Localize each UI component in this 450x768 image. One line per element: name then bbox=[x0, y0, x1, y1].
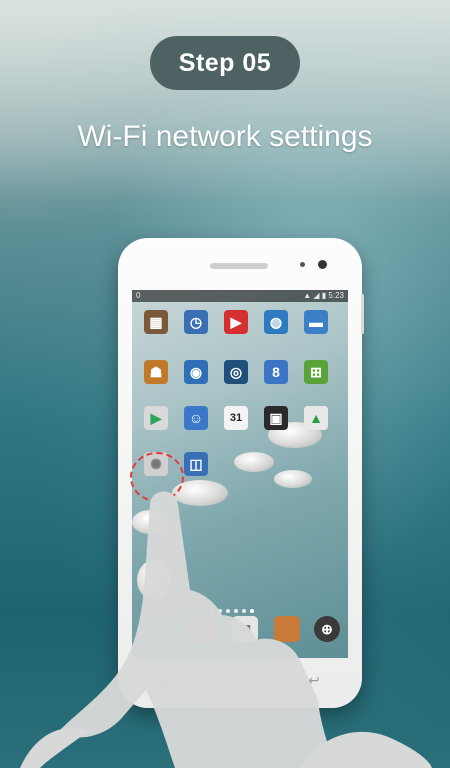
back-key-icon[interactable]: ↩ bbox=[308, 672, 320, 689]
wallpaper-stone bbox=[274, 470, 312, 488]
phone-side-key bbox=[361, 294, 364, 334]
wallpaper-stone bbox=[234, 452, 274, 472]
dock: ✉ ⊕ bbox=[132, 610, 348, 658]
page-subtitle: Wi-Fi network settings bbox=[77, 120, 373, 153]
game-app-icon[interactable]: ⊞ bbox=[304, 360, 328, 384]
notes-dock-icon[interactable] bbox=[274, 616, 300, 642]
status-left: 0 bbox=[136, 291, 141, 300]
menu-key-icon[interactable]: ≡ bbox=[160, 676, 167, 690]
play-store-app-icon[interactable]: ▶ bbox=[144, 406, 168, 430]
status-bar: 0 ▲ ◢ ▮ 5:23 bbox=[132, 290, 348, 302]
google-app-icon[interactable]: 8 bbox=[264, 360, 288, 384]
status-right: ▲ ◢ ▮ 5:23 bbox=[303, 291, 344, 300]
phone-camera bbox=[318, 260, 327, 269]
wallpaper-stone bbox=[132, 510, 168, 534]
drive-app-icon[interactable]: ▲ bbox=[304, 406, 328, 430]
home-button[interactable] bbox=[214, 670, 270, 696]
settings-app-icon[interactable]: ▦ bbox=[144, 310, 168, 334]
email-dock-icon[interactable]: ✉ bbox=[232, 616, 258, 642]
clock-app-icon[interactable]: ◷ bbox=[184, 310, 208, 334]
phone-speaker bbox=[210, 263, 268, 269]
browser-app-icon[interactable]: ◉ bbox=[184, 360, 208, 384]
wallpaper-stone bbox=[137, 560, 171, 600]
internet-app-icon[interactable]: ◍ bbox=[264, 310, 288, 334]
contacts-dock-icon[interactable] bbox=[188, 616, 214, 642]
contacts-app-icon[interactable]: ☗ bbox=[144, 360, 168, 384]
header-band bbox=[0, 0, 450, 200]
step-badge: Step 05 bbox=[150, 36, 300, 90]
tap-target-highlight bbox=[130, 452, 184, 502]
phone-dock-icon[interactable] bbox=[144, 616, 170, 642]
apps-dock-icon[interactable]: ⊕ bbox=[314, 616, 340, 642]
messenger-app-icon[interactable]: ☺ bbox=[184, 406, 208, 430]
music-app-icon[interactable]: ◎ bbox=[224, 360, 248, 384]
calendar-app-icon[interactable]: 31 bbox=[224, 406, 248, 430]
gallery-app-icon[interactable]: ▬ bbox=[304, 310, 328, 334]
phone-sensor bbox=[300, 262, 305, 267]
video-app-icon[interactable]: ▣ bbox=[264, 406, 288, 430]
remote-app-icon[interactable]: ◫ bbox=[184, 452, 208, 476]
youtube-app-icon[interactable]: ▶ bbox=[224, 310, 248, 334]
